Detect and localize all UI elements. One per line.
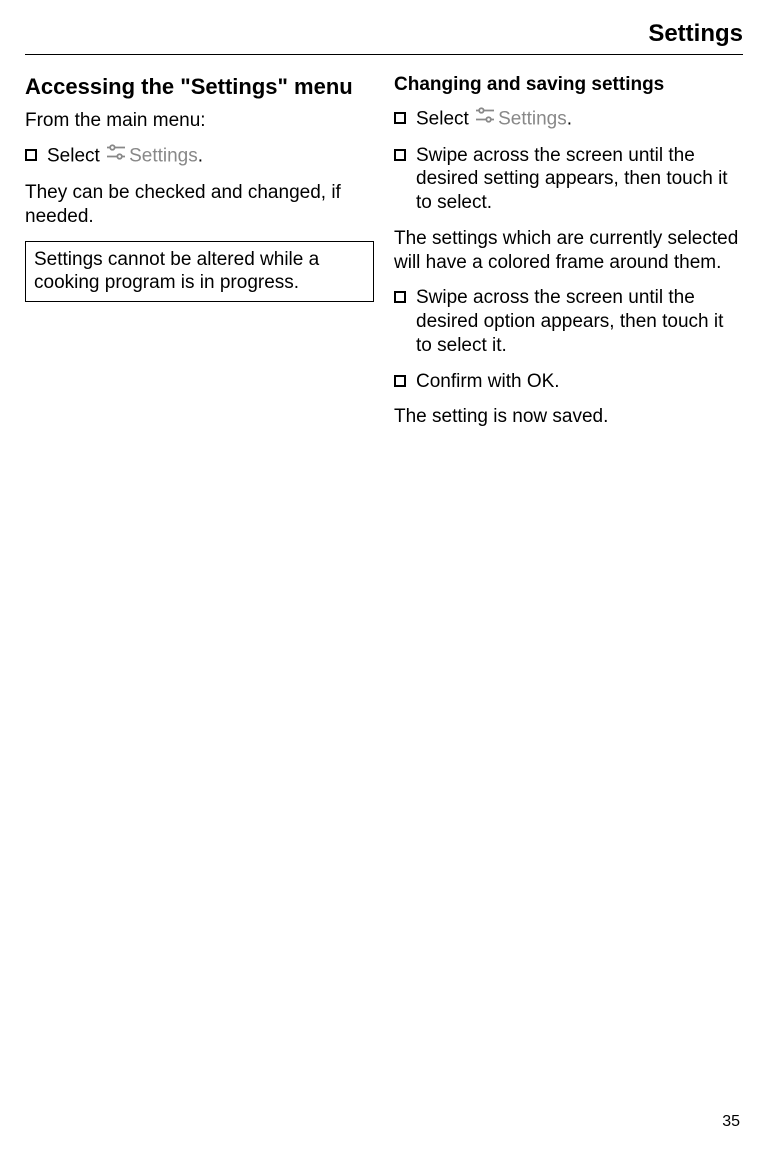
settings-label: Settings <box>498 108 567 129</box>
right-step-swipe-setting: Swipe across the screen until the desire… <box>394 144 743 215</box>
select-prefix: Select <box>47 146 105 167</box>
right-frame-text: The settings which are currently selecte… <box>394 227 743 275</box>
list-text: Swipe across the screen until the desire… <box>416 286 743 357</box>
settings-sliders-icon <box>474 106 496 131</box>
square-bullet-icon <box>394 149 406 161</box>
settings-label: Settings <box>129 146 198 167</box>
note-box: Settings cannot be altered while a cooki… <box>25 241 374 303</box>
list-text: Select Settings. <box>416 107 743 132</box>
page-number: 35 <box>722 1113 740 1131</box>
left-heading: Accessing the "Settings" menu <box>25 73 374 101</box>
settings-sliders-icon <box>105 143 127 168</box>
square-bullet-icon <box>394 291 406 303</box>
square-bullet-icon <box>25 149 37 161</box>
content-columns: Accessing the "Settings" menu From the m… <box>25 67 743 441</box>
select-suffix: . <box>198 146 203 167</box>
right-step-select: Select Settings. <box>394 107 743 132</box>
left-checked-text: They can be checked and changed, if need… <box>25 181 374 229</box>
page-title: Settings <box>25 20 743 55</box>
list-text: Confirm with OK. <box>416 370 743 394</box>
list-text: Select Settings. <box>47 144 374 169</box>
left-step-select: Select Settings. <box>25 144 374 169</box>
right-saved-text: The setting is now saved. <box>394 405 743 429</box>
right-column: Changing and saving settings Select Sett… <box>394 67 743 441</box>
right-heading: Changing and saving settings <box>394 73 743 97</box>
select-suffix: . <box>567 108 572 129</box>
right-step-swipe-option: Swipe across the screen until the desire… <box>394 286 743 357</box>
right-step-confirm: Confirm with OK. <box>394 370 743 394</box>
left-column: Accessing the "Settings" menu From the m… <box>25 67 374 441</box>
left-intro: From the main menu: <box>25 109 374 133</box>
square-bullet-icon <box>394 112 406 124</box>
select-prefix: Select <box>416 108 474 129</box>
list-text: Swipe across the screen until the desire… <box>416 144 743 215</box>
square-bullet-icon <box>394 375 406 387</box>
